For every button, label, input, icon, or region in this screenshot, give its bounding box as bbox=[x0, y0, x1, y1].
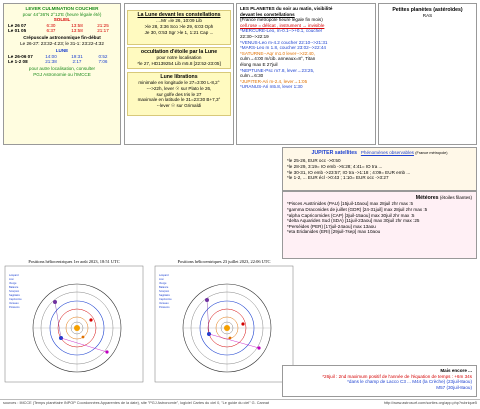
svg-text:Capricorne: Capricorne bbox=[159, 297, 172, 301]
jupiter-title: JUPITER satellites bbox=[311, 150, 357, 156]
sun-marker bbox=[224, 325, 230, 332]
asteroids-value: RAS bbox=[422, 13, 433, 19]
moon-constellations-line: Je 30, 0:53 Sgr >le 1, 1:21 Cap ... bbox=[144, 29, 214, 35]
svg-text:Capricorne: Capricorne bbox=[9, 297, 22, 301]
ephemeris-date-cell: Le 01 05 bbox=[8, 28, 27, 34]
twilight-line: Le 26-27: 23:32-4:23; le 31-1: 23:22-4:3… bbox=[20, 40, 104, 46]
orbit-diagram-2: LéopardLionVierge BalanceScorpionSagitta… bbox=[154, 266, 294, 383]
svg-text:Verseau: Verseau bbox=[9, 301, 19, 305]
ephemeris-set-cell: 21:17 bbox=[97, 28, 109, 34]
footer: sources : IMCCE (Temps planétaire INPOP … bbox=[0, 399, 480, 409]
svg-text:Léopard: Léopard bbox=[159, 273, 169, 277]
ephemeris-row: Le 1-2 08 21:38 2:17 7:06 bbox=[8, 59, 116, 65]
ephemeris-culmination-cell: 2:17 bbox=[72, 59, 82, 65]
libration-box: Lune librations minimale en longitude le… bbox=[127, 72, 231, 116]
occultation-box: occultation d'étoile par la Lune pour no… bbox=[127, 47, 231, 69]
svg-text:Sagittaire: Sagittaire bbox=[9, 293, 21, 297]
more-events-panel: Mais encore ... *26juil : 2nd maximum po… bbox=[282, 365, 477, 397]
occultation-line: *le 27, HD139254 Lib m5.8 [22:52-23:05] bbox=[137, 60, 221, 66]
heliocentric-chart-2: Positions héliocentriques 23 juillet 202… bbox=[153, 259, 295, 387]
ephemeris-header: LEVER CULMINATION COUCHER bbox=[4, 4, 120, 12]
ephemeris-rise-cell: 21:38 bbox=[45, 59, 57, 65]
meteors-panel: Météores (étoiles filantes) *Pisces Aust… bbox=[282, 191, 477, 259]
mars-marker bbox=[241, 322, 245, 326]
svg-text:Vierge: Vierge bbox=[159, 281, 167, 285]
ephemeris-row: Le 01 05 6:37 13:58 21:17 bbox=[8, 28, 116, 34]
orbit-diagram-1: LéopardLionVierge BalanceScorpionSagitta… bbox=[4, 266, 144, 383]
ephemeris-set-cell: 7:06 bbox=[98, 59, 108, 65]
planets-panel: LES PLANETES du soir au matin, visibilit… bbox=[236, 3, 376, 145]
libration-line: --lever ☉ sur Grimaldi bbox=[156, 102, 202, 108]
venus-marker bbox=[228, 336, 232, 340]
planet-line: *URANUS-Ari m5.8, lever 1:30 bbox=[240, 84, 303, 90]
svg-text:Poissons: Poissons bbox=[9, 305, 20, 309]
meteors-title: Météores bbox=[415, 195, 439, 201]
footer-url[interactable]: http://www.astrosurf.com/sorties.org/app… bbox=[384, 401, 477, 406]
moon-rows: Le 26-06 07 14:00 19:31 0:52 Le 1-2 08 21:38 2… bbox=[4, 54, 120, 65]
ephemeris-column-header: LEVER CULMINATION COUCHER bbox=[25, 6, 99, 11]
meteor-shower-line: *eta Eridanides (ERI) [29juil-7sep] max … bbox=[287, 229, 381, 235]
more-events-line-3: M57 (30juil-8aou) bbox=[436, 384, 472, 390]
svg-text:Scorpion: Scorpion bbox=[159, 289, 170, 293]
moon-constellations-box: La Lune devant les constellations ....Mr… bbox=[127, 10, 231, 45]
jupiter-event-line: *le 1-2, ... EUR écl ->0:43 ; 1:10= EUR … bbox=[287, 175, 389, 181]
meteor-list: *Pisces Austrinides (PAU) [15juil-10aou]… bbox=[287, 201, 472, 235]
planet-list: *MERCURE-Leo, m-0.1-->+0.1, coucher 22:30… bbox=[240, 28, 372, 90]
jupiter-events: *le 25-26, EUR occ ->0:50 *le 28-29, 3:19… bbox=[287, 158, 472, 180]
svg-text:Lion: Lion bbox=[9, 277, 14, 281]
mars-marker bbox=[89, 318, 93, 322]
svg-text:Sagittaire: Sagittaire bbox=[159, 293, 171, 297]
ephemeris-culmination-cell: 13:58 bbox=[71, 28, 83, 34]
svg-text:Poissons: Poissons bbox=[159, 305, 170, 309]
svg-text:Léopard: Léopard bbox=[9, 273, 19, 277]
ephemeris-note-2: PGJ Astronomie ou l'IMCCE bbox=[33, 71, 91, 77]
svg-text:Scorpion: Scorpion bbox=[9, 289, 20, 293]
venus-marker bbox=[81, 335, 85, 339]
svg-text:Lion: Lion bbox=[159, 277, 164, 281]
asteroids-panel: Petites planètes (astéroïdes) RAS bbox=[378, 3, 477, 145]
svg-text:Balance: Balance bbox=[159, 285, 169, 289]
svg-text:Verseau: Verseau bbox=[159, 301, 169, 305]
libration-line: maximale en latitude le 31=23:30 B+7,3° bbox=[137, 97, 221, 103]
ephemeris-date-cell: Le 1-2 08 bbox=[8, 59, 28, 65]
sun-moon-ephemeris-panel: LEVER CULMINATION COUCHER pour 44°36'N 2… bbox=[3, 3, 121, 145]
meteors-subtitle: (étoiles filantes) bbox=[439, 195, 472, 200]
jupiter-satellites-panel: JUPITER satellites Phénomènes observable… bbox=[282, 147, 477, 191]
jupiter-subtitle: Phénomènes observables bbox=[360, 150, 414, 155]
svg-text:Balance: Balance bbox=[9, 285, 19, 289]
heliocentric-chart-1: Positions héliocentriques 1er août 2023,… bbox=[3, 259, 145, 387]
footer-sources: sources : IMCCE (Temps planétaire INPOP … bbox=[3, 401, 269, 405]
ephemeris-rise-cell: 6:37 bbox=[46, 28, 56, 34]
sun-rows: Le 26 07 6:30 13:58 21:25 Le 01 05 6:37 13:58 2… bbox=[4, 23, 120, 34]
jupiter-note: (France métropole) bbox=[415, 151, 448, 155]
svg-text:Vierge: Vierge bbox=[9, 281, 17, 285]
sun-marker bbox=[74, 325, 80, 332]
